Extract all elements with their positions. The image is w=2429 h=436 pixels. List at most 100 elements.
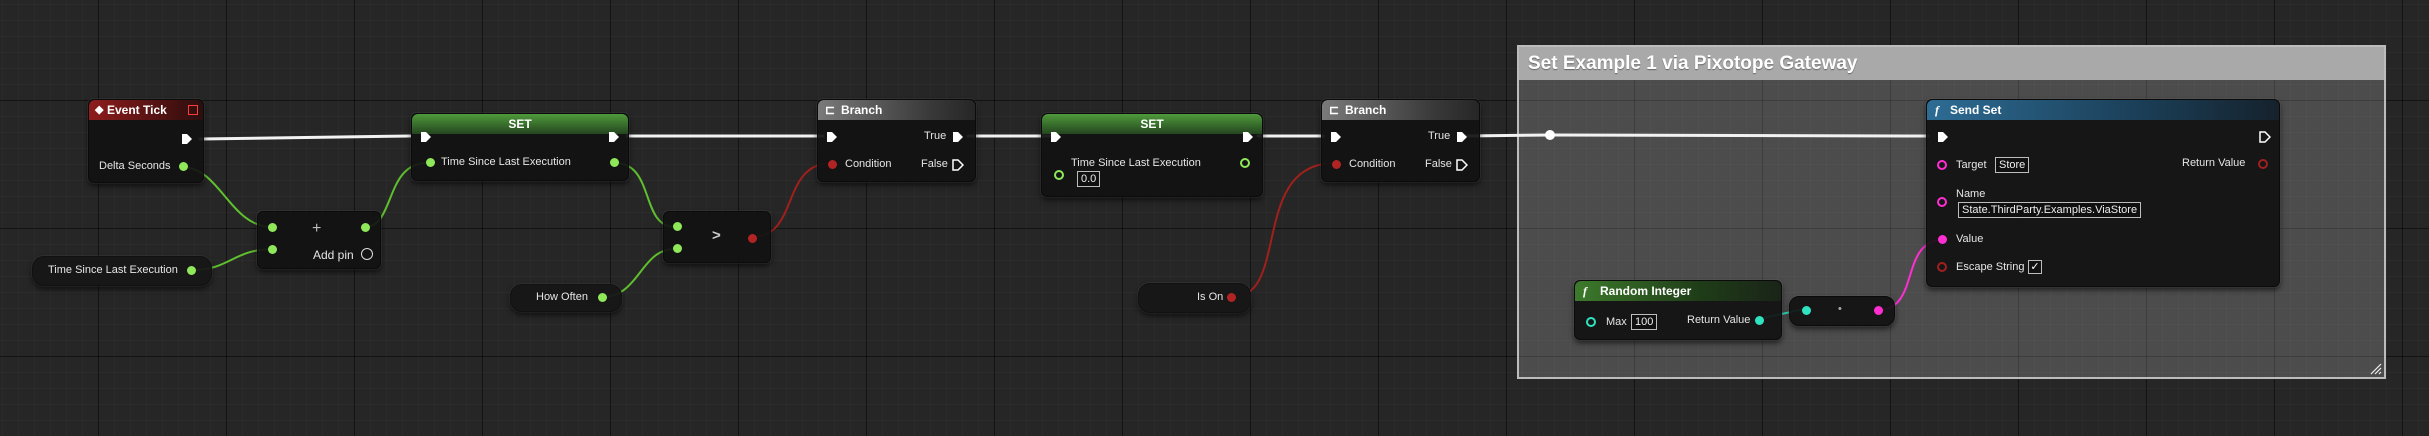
add-input-a-pin[interactable]: [268, 223, 277, 232]
exec-out-pin[interactable]: [608, 131, 620, 143]
exec-in-pin[interactable]: [826, 131, 838, 143]
send-set-escape-pin[interactable]: [1937, 262, 1947, 272]
add-output-pin[interactable]: [361, 223, 370, 232]
send-set-node[interactable]: f Send Set Target Store Return Value Nam…: [1926, 99, 2280, 287]
set-node-2-header: SET: [1042, 114, 1262, 134]
conversion-input-pin[interactable]: [1802, 306, 1811, 315]
exec-in-pin[interactable]: [1937, 131, 1949, 143]
branch-2-header: ⊏ Branch: [1322, 100, 1479, 120]
event-diamond-icon: ◆: [95, 104, 104, 116]
is-on-var-node[interactable]: Is On: [1138, 283, 1251, 313]
event-tick-title: Event Tick: [107, 103, 167, 117]
branch-1-title: Branch: [841, 103, 883, 117]
conversion-dot-icon: •: [1838, 303, 1842, 315]
branch-2-true-label: True: [1428, 130, 1451, 142]
greater-symbol: >: [712, 227, 721, 244]
exec-true-pin[interactable]: [952, 131, 964, 143]
branch-node-2[interactable]: ⊏ Branch True Condition False: [1321, 99, 1480, 182]
time-since-var-node[interactable]: Time Since Last Execution: [32, 256, 212, 286]
send-set-target-field[interactable]: Store: [1995, 157, 2030, 173]
add-node[interactable]: + Add pin: [257, 211, 381, 269]
send-set-title: Send Set: [1950, 103, 2002, 117]
set-node-1[interactable]: SET Time Since Last Execution: [411, 113, 629, 181]
branch-2-condition-pin[interactable]: [1332, 160, 1341, 169]
delta-seconds-label: Delta Seconds: [99, 160, 171, 172]
add-input-b-pin[interactable]: [268, 245, 277, 254]
function-icon: f: [1583, 284, 1587, 298]
random-integer-return-label: Return Value: [1687, 314, 1751, 326]
greater-input-b-pin[interactable]: [673, 244, 682, 253]
branch-1-condition-pin[interactable]: [828, 160, 837, 169]
how-often-label: How Often: [536, 291, 588, 303]
reroute-knot: [1545, 130, 1555, 140]
random-integer-max-pin[interactable]: [1586, 317, 1596, 327]
send-set-target-pin[interactable]: [1937, 160, 1947, 170]
event-tick-header: ◆ Event Tick: [89, 100, 203, 120]
send-set-target-label: Target: [1956, 159, 1987, 171]
send-set-escape-label: Escape String: [1956, 261, 2025, 273]
how-often-pin[interactable]: [598, 293, 607, 302]
delta-seconds-pin[interactable]: [179, 162, 188, 171]
branch-1-false-label: False: [921, 158, 948, 170]
random-integer-max-field[interactable]: 100: [1631, 314, 1658, 330]
exec-false-pin[interactable]: [1456, 159, 1468, 171]
conversion-output-pin[interactable]: [1874, 306, 1883, 315]
branch-1-condition-label: Condition: [845, 158, 892, 170]
random-integer-title: Random Integer: [1600, 284, 1692, 298]
branch-node-1[interactable]: ⊏ Branch True Condition False: [817, 99, 976, 182]
delegate-pin-icon[interactable]: [188, 105, 198, 115]
send-set-escape-checkbox[interactable]: ✓: [2028, 260, 2042, 274]
send-set-header: f Send Set: [1927, 100, 2279, 120]
send-set-name-field[interactable]: State.ThirdParty.Examples.ViaStore: [1958, 202, 2142, 218]
set-1-output-pin[interactable]: [610, 158, 619, 167]
send-set-value-label: Value: [1956, 233, 1984, 245]
exec-false-pin[interactable]: [952, 159, 964, 171]
branch-2-condition-label: Condition: [1349, 158, 1396, 170]
send-set-value-pin[interactable]: [1938, 235, 1947, 244]
greater-node[interactable]: >: [663, 211, 771, 263]
exec-out-pin[interactable]: [1242, 131, 1254, 143]
function-icon: f: [1935, 103, 1939, 117]
exec-in-pin[interactable]: [420, 131, 432, 143]
set-node-2[interactable]: SET Time Since Last Execution 0.0: [1041, 113, 1263, 197]
set-2-pin-label: Time Since Last Execution: [1071, 157, 1201, 169]
set-2-input-pin[interactable]: [1054, 170, 1064, 180]
exec-out-pin[interactable]: [2259, 131, 2271, 143]
branch-icon: ⊏: [1329, 103, 1340, 117]
exec-in-pin[interactable]: [1050, 131, 1062, 143]
set-2-value-field[interactable]: 0.0: [1077, 171, 1101, 187]
set-1-input-pin[interactable]: [426, 158, 435, 167]
greater-input-a-pin[interactable]: [673, 222, 682, 231]
random-integer-header: f Random Integer: [1575, 281, 1781, 301]
exec-wire: [1464, 133, 1930, 138]
exec-out-pin[interactable]: [181, 133, 193, 145]
exec-wire: [198, 134, 412, 141]
branch-2-false-label: False: [1425, 158, 1452, 170]
branch-1-header: ⊏ Branch: [818, 100, 975, 120]
is-on-pin[interactable]: [1227, 293, 1236, 302]
set-2-output-pin[interactable]: [1240, 158, 1250, 168]
greater-output-pin[interactable]: [748, 234, 757, 243]
send-set-name-pin[interactable]: [1937, 197, 1947, 207]
exec-true-pin[interactable]: [1456, 131, 1468, 143]
add-plus-icon: +: [312, 220, 322, 237]
send-set-name-label: Name: [1956, 188, 1986, 200]
random-integer-return-pin[interactable]: [1755, 316, 1764, 325]
send-set-return-pin[interactable]: [2258, 159, 2268, 169]
time-since-var-label: Time Since Last Execution: [48, 264, 178, 276]
random-integer-node[interactable]: f Random Integer Max 100 Return Value: [1574, 280, 1782, 340]
send-set-return-label: Return Value: [2182, 157, 2246, 169]
add-pin-label[interactable]: Add pin: [313, 248, 354, 262]
branch-2-title: Branch: [1345, 103, 1387, 117]
random-integer-max-label: Max: [1606, 316, 1627, 328]
exec-in-pin[interactable]: [1330, 131, 1342, 143]
int-to-string-conversion-node[interactable]: •: [1789, 296, 1895, 326]
how-often-var-node[interactable]: How Often: [510, 284, 622, 312]
set-1-pin-label: Time Since Last Execution: [441, 156, 571, 168]
branch-1-true-label: True: [924, 130, 947, 142]
event-tick-node[interactable]: ◆ Event Tick Delta Seconds: [88, 99, 204, 183]
add-pin-icon[interactable]: [361, 248, 373, 260]
time-since-var-pin[interactable]: [187, 266, 196, 275]
is-on-label: Is On: [1197, 291, 1224, 303]
branch-icon: ⊏: [825, 103, 836, 117]
